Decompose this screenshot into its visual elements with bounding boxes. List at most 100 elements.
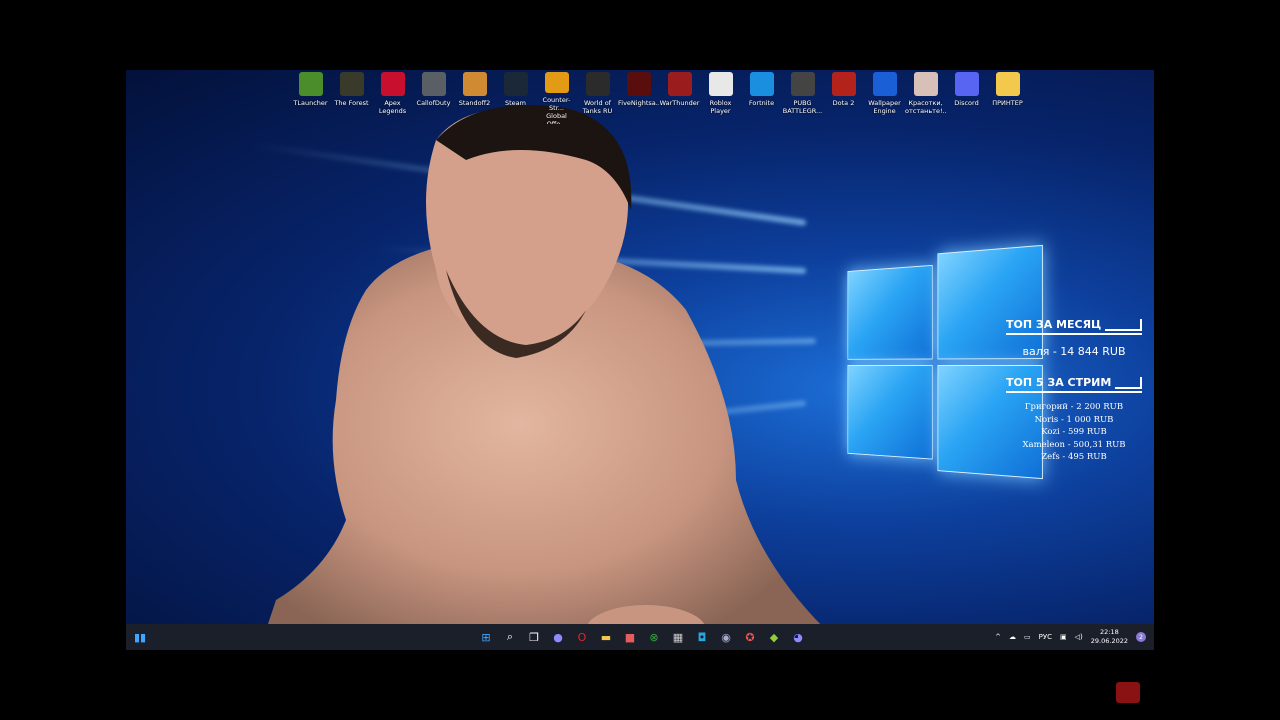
top-month-header: ТОП ЗА МЕСЯЦ bbox=[1006, 318, 1142, 335]
search-icon[interactable]: ⌕ bbox=[502, 629, 518, 645]
calculator-icon[interactable]: ▦ bbox=[670, 629, 686, 645]
desktop-icon[interactable]: Steam bbox=[495, 72, 536, 124]
desktop-icon-label: Steam bbox=[505, 99, 526, 107]
folder-icon bbox=[995, 72, 1020, 96]
clock-time: 22:18 bbox=[1100, 628, 1119, 636]
desktop-icon[interactable]: Fortnite bbox=[741, 72, 782, 124]
desktop-icon-label: Dota 2 bbox=[832, 99, 855, 107]
cloud-icon[interactable]: ☁ bbox=[1009, 633, 1016, 641]
roblox-logo-icon bbox=[708, 72, 733, 96]
standoff-character-icon bbox=[462, 72, 487, 96]
desktop-icon-label: Discord bbox=[954, 99, 979, 107]
channel-logo bbox=[1116, 682, 1140, 703]
start-button[interactable]: ⊞ bbox=[478, 629, 494, 645]
top-stream-header: ТОП 5 ЗА СТРИМ bbox=[1006, 376, 1142, 393]
discord-taskbar-icon[interactable]: ◕ bbox=[790, 629, 806, 645]
taskbar: ▮▮ ⊞ ⌕ ❐ ● O ▬ ■ ⊗ ▦ ◘ ◉ ✪ ◆ ◕ ^ ☁ ▭ РУС… bbox=[126, 624, 1154, 650]
decor-line bbox=[1105, 318, 1142, 331]
top-stream-entry: Xameleon - 500,31 RUB bbox=[1022, 439, 1126, 450]
task-view-icon[interactable]: ❐ bbox=[526, 629, 542, 645]
pubg-helmet-icon bbox=[790, 72, 815, 96]
desktop-icon-label: The Forest bbox=[334, 99, 369, 107]
widgets-icon[interactable]: ▮▮ bbox=[132, 629, 148, 645]
language-indicator[interactable]: РУС bbox=[1039, 633, 1052, 641]
desktop-icon-label: Apex Legends bbox=[378, 99, 407, 115]
desktop-icon[interactable]: Dota 2 bbox=[823, 72, 864, 124]
steam-taskbar-icon[interactable]: ◉ bbox=[718, 629, 734, 645]
top-stream-entry: Kozi - 599 RUB bbox=[1041, 427, 1107, 437]
app-notification-icon[interactable]: ✪ bbox=[742, 629, 758, 645]
desktop-icon-row: TLauncher The Forest Apex Legends CallofDut… bbox=[290, 72, 1028, 124]
desktop-icon[interactable]: WarThunder bbox=[659, 72, 700, 124]
war-thunder-logo-icon bbox=[667, 72, 692, 96]
dota-logo-icon bbox=[831, 72, 856, 96]
discord-logo-icon bbox=[954, 72, 979, 96]
donation-overlay: ТОП ЗА МЕСЯЦ валя - 14 844 RUB ТОП 5 ЗА … bbox=[1006, 318, 1142, 464]
notification-badge[interactable]: 2 bbox=[1136, 632, 1146, 642]
desktop-icon-label: Roblox Player bbox=[709, 99, 732, 115]
csgo-logo-icon bbox=[544, 72, 569, 93]
desktop-icon[interactable]: CallofDuty bbox=[413, 72, 454, 124]
top-stream-title: ТОП 5 ЗА СТРИМ bbox=[1006, 376, 1112, 389]
fortnite-logo-icon bbox=[749, 72, 774, 96]
desktop-icon[interactable]: Standoff2 bbox=[454, 72, 495, 124]
logo-pane bbox=[847, 365, 933, 460]
desktop-icon-label: CallofDuty bbox=[416, 99, 451, 107]
logo-pane bbox=[847, 264, 933, 360]
desktop[interactable]: TLauncher The Forest Apex Legends CallofDut… bbox=[126, 70, 1154, 650]
desktop-icon[interactable]: Counter-Str... Global Offe... bbox=[536, 72, 577, 124]
desktop-icon[interactable]: World of Tanks RU bbox=[577, 72, 618, 124]
desktop-icon[interactable]: ПРИНТЕР bbox=[987, 72, 1028, 124]
wallpaper-engine-logo-icon bbox=[872, 72, 897, 96]
volume-icon[interactable]: ◁) bbox=[1075, 633, 1083, 641]
desktop-icon-label: FiveNightsa... bbox=[618, 99, 659, 107]
app-icon[interactable]: ■ bbox=[622, 629, 638, 645]
desktop-icon-label: WarThunder bbox=[659, 99, 700, 107]
desktop-icon-label: Красотки, отстаньте!... bbox=[905, 99, 946, 115]
desktop-icon-label: PUBG BATTLEGR... bbox=[782, 99, 823, 115]
desktop-icon[interactable]: PUBG BATTLEGR... bbox=[782, 72, 823, 124]
top-stream-list: Григорий - 2 200 RUB Noris - 1 000 RUB K… bbox=[1006, 401, 1142, 464]
xbox-icon[interactable]: ⊗ bbox=[646, 629, 662, 645]
desktop-icon[interactable]: FiveNightsa... bbox=[618, 72, 659, 124]
desktop-icon-label: Wallpaper Engine bbox=[868, 99, 901, 115]
apex-logo-icon bbox=[380, 72, 405, 96]
file-explorer-icon[interactable]: ▬ bbox=[598, 629, 614, 645]
desktop-icon[interactable]: Roblox Player bbox=[700, 72, 741, 124]
top-stream-entry: Noris - 1 000 RUB bbox=[1034, 414, 1114, 425]
wot-logo-icon bbox=[585, 72, 610, 96]
desktop-icon[interactable]: Красотки, отстаньте!... bbox=[905, 72, 946, 124]
top-month-title: ТОП ЗА МЕСЯЦ bbox=[1006, 318, 1102, 331]
desktop-icon[interactable]: Discord bbox=[946, 72, 987, 124]
desktop-icon[interactable]: The Forest bbox=[331, 72, 372, 124]
anime-girl-icon bbox=[913, 72, 938, 96]
fnaf-character-icon bbox=[626, 72, 651, 96]
network-icon[interactable]: ▣ bbox=[1060, 633, 1067, 641]
desktop-icon-label: ПРИНТЕР bbox=[992, 99, 1023, 107]
streamer-webcam-cutout bbox=[266, 105, 826, 650]
chevron-up-icon[interactable]: ^ bbox=[995, 633, 1001, 641]
desktop-icon-label: Counter-Str... Global Offe... bbox=[542, 96, 571, 124]
desktop-icon-label: World of Tanks RU bbox=[582, 99, 613, 115]
top-stream-entry: Zefs - 495 RUB bbox=[1041, 452, 1107, 462]
opera-icon[interactable]: O bbox=[574, 629, 590, 645]
desktop-icon-label: TLauncher bbox=[293, 99, 328, 107]
steam-logo-icon bbox=[503, 72, 528, 96]
bluestacks-icon[interactable]: ◆ bbox=[766, 629, 782, 645]
top-stream-entry: Григорий - 2 200 RUB bbox=[1024, 402, 1124, 412]
top-month-entry: валя - 14 844 RUB bbox=[1022, 345, 1126, 358]
desktop-icon[interactable]: Apex Legends bbox=[372, 72, 413, 124]
desktop-icon-label: Fortnite bbox=[748, 99, 775, 107]
usb-icon[interactable]: ▭ bbox=[1024, 633, 1031, 641]
clock[interactable]: 22:18 29.06.2022 bbox=[1091, 628, 1128, 646]
desktop-icon-label: Standoff2 bbox=[458, 99, 491, 107]
clock-date: 29.06.2022 bbox=[1090, 637, 1128, 645]
desktop-icon[interactable]: TLauncher bbox=[290, 72, 331, 124]
system-tray: ^ ☁ ▭ РУС ▣ ◁) 22:18 29.06.2022 2 bbox=[995, 624, 1146, 650]
store-icon[interactable]: ◘ bbox=[694, 629, 710, 645]
call-of-duty-soldier-icon bbox=[421, 72, 446, 96]
desktop-icon[interactable]: Wallpaper Engine bbox=[864, 72, 905, 124]
forest-mask-icon bbox=[339, 72, 364, 96]
minecraft-grass-block-icon bbox=[298, 72, 323, 96]
chat-icon[interactable]: ● bbox=[550, 629, 566, 645]
